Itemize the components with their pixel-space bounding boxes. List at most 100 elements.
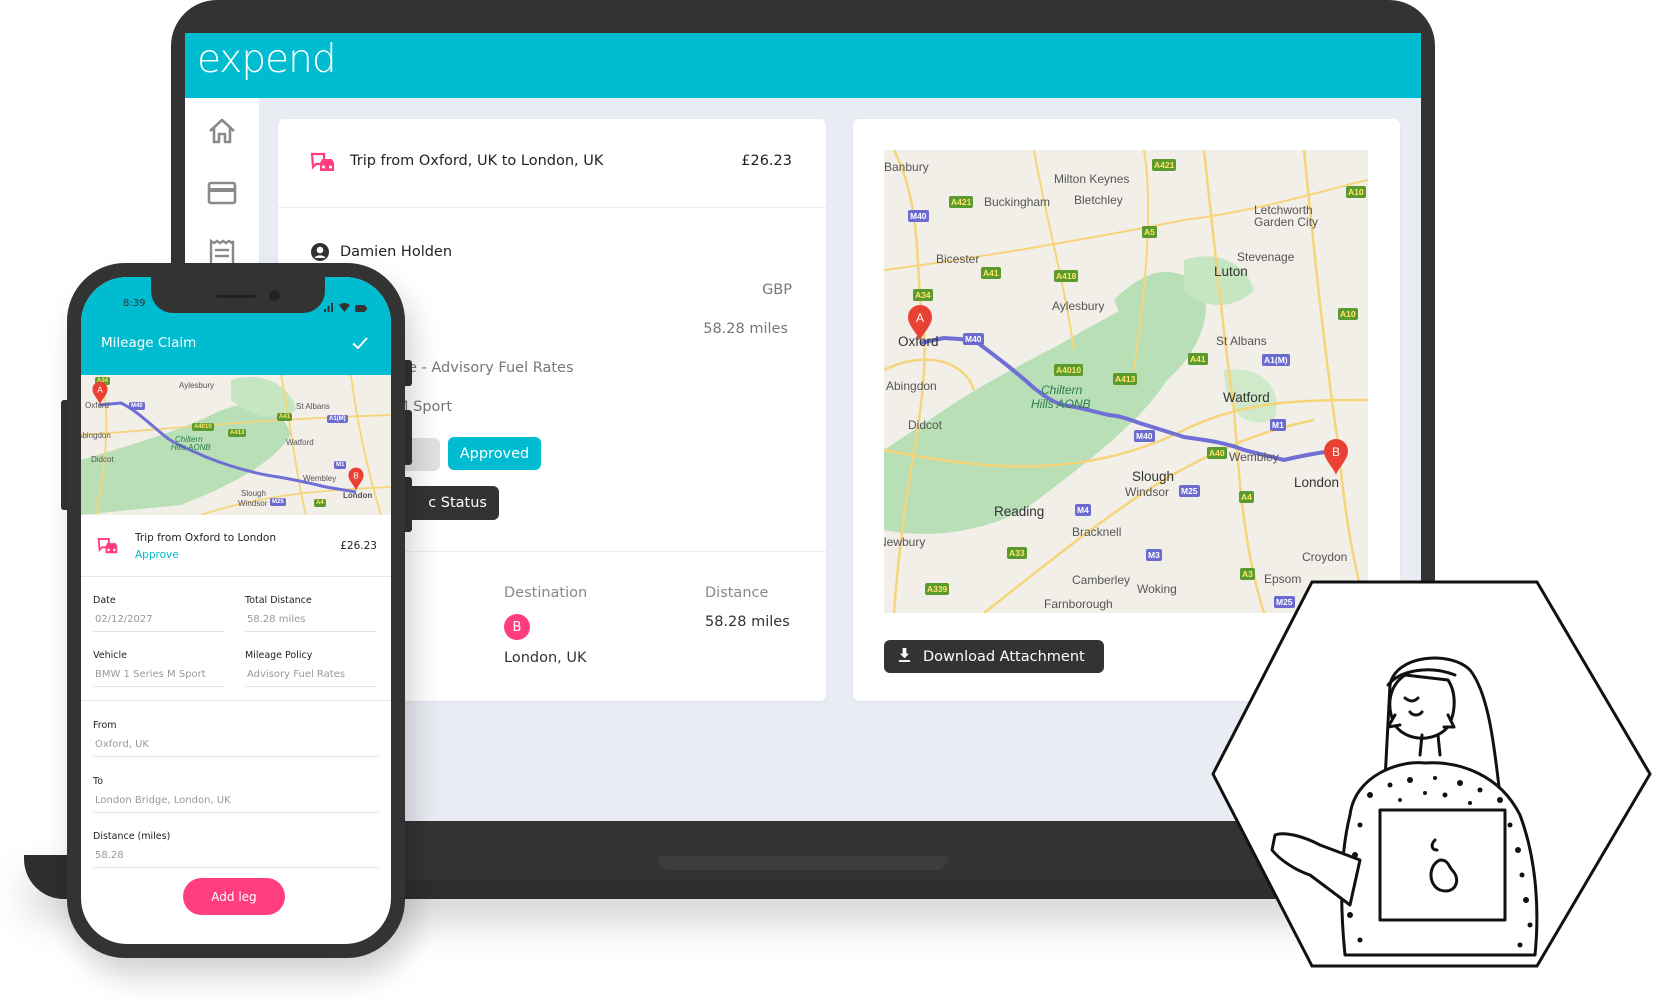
total-distance-input[interactable]: 58.28 miles [245, 614, 377, 632]
map-place: Farnborough [1044, 597, 1113, 611]
map-place: Milton Keynes [1054, 172, 1130, 186]
credit-card-icon[interactable] [207, 178, 237, 208]
distance-field[interactable]: Distance (miles) 58.28 [93, 831, 379, 868]
add-leg-button[interactable]: Add leg [183, 878, 285, 915]
start-pin-a-icon[interactable]: A [906, 304, 934, 342]
map-place: Reading [994, 504, 1045, 519]
road-shield: M1 [334, 461, 347, 469]
map-place: Bletchley [1074, 193, 1123, 207]
mileage-policy-input[interactable]: Advisory Fuel Rates [245, 669, 377, 687]
approve-link[interactable]: Approve [135, 549, 179, 561]
status-bar-icons [324, 297, 367, 316]
road-shield: A4 [1239, 491, 1254, 503]
map-place: Camberley [1072, 573, 1131, 587]
road-shield: A41 [277, 413, 293, 421]
road-shield: A339 [925, 583, 950, 595]
total-distance-field[interactable]: Total Distance 58.28 miles [245, 595, 377, 632]
from-input[interactable]: Oxford, UK [93, 739, 379, 757]
map-place: Croydon [1302, 550, 1348, 564]
road-shield: A10 [1338, 308, 1358, 320]
map-place: Windsor [1125, 485, 1170, 499]
to-field[interactable]: To London Bridge, London, UK [93, 776, 379, 813]
map-place: Abingdon [81, 431, 111, 440]
phone-camera [269, 290, 280, 301]
distance-column-header: Distance [705, 585, 769, 601]
date-input[interactable]: 02/12/2027 [93, 614, 225, 632]
expense-header[interactable]: Trip from Oxford, UK to London, UK £26.2… [278, 119, 826, 208]
vehicle-input[interactable]: BMW 1 Series M Sport [93, 669, 225, 687]
road-shield: A421 [949, 196, 974, 208]
road-shield: A40 [1207, 447, 1227, 459]
destination-value: London, UK [504, 650, 587, 666]
date-field[interactable]: Date 02/12/2027 [93, 595, 225, 632]
vehicle-field[interactable]: Vehicle BMW 1 Series M Sport [93, 650, 225, 687]
map-place: Abingdon [886, 379, 937, 393]
map-place: London [343, 491, 373, 500]
road-shield: A4010 [192, 423, 214, 431]
road-shield: A413 [228, 429, 247, 437]
section-divider [81, 700, 391, 701]
laptop-trackpad-notch [658, 856, 948, 870]
map-place: Bracknell [1072, 525, 1122, 539]
road-shield: A10 [1346, 186, 1366, 198]
from-label: From [93, 720, 117, 731]
map-place: Didcot [908, 418, 943, 432]
download-icon [898, 647, 911, 666]
end-pin-b-icon[interactable]: B [1322, 438, 1350, 476]
destination-marker-badge: B [504, 614, 530, 640]
svg-text:A: A [97, 385, 103, 394]
road-shield: M4 [1075, 504, 1091, 516]
map-place: Garden City [1254, 215, 1319, 229]
road-shield: A421 [1152, 159, 1177, 171]
mobile-header: 8:39 Mileage Claim [81, 277, 391, 375]
road-shield: M1 [1270, 419, 1286, 431]
destination-column-header: Destination [504, 585, 588, 601]
road-shield: M25 [1179, 485, 1200, 497]
home-icon[interactable] [207, 116, 237, 146]
road-shield: A5 [1142, 226, 1157, 238]
distance-column-value: 58.28 miles [705, 614, 790, 630]
phone-notch [151, 277, 325, 313]
mobile-phone: 8:39 Mileage Claim Aylesbury Oxford St A… [67, 263, 405, 958]
vehicle-label: Vehicle [93, 650, 127, 661]
road-shield: M40 [963, 333, 984, 345]
phone-speaker [216, 295, 256, 298]
download-attachment-label: Download Attachment [923, 648, 1085, 665]
user-avatar-icon [310, 242, 330, 262]
road-shield: M40 [129, 402, 145, 410]
end-pin-b-icon[interactable]: B [347, 467, 365, 491]
road-shield: A34 [913, 289, 933, 301]
battery-icon [355, 297, 367, 316]
road-shield: M25 [270, 498, 286, 506]
confirm-check-icon[interactable] [351, 334, 369, 352]
woman-with-laptop-illustration [1200, 575, 1660, 985]
route-map[interactable]: Banbury Milton Keynes Buckingham Bletchl… [884, 150, 1368, 613]
mobile-trip-amount: £26.23 [340, 540, 377, 552]
to-input[interactable]: London Bridge, London, UK [93, 795, 379, 813]
mobile-route-map[interactable]: Aylesbury Oxford St Albans Abingdon Chil… [81, 375, 391, 515]
expense-title: Trip from Oxford, UK to London, UK [350, 153, 604, 169]
from-field[interactable]: From Oxford, UK [93, 720, 379, 757]
mileage-car-icon [97, 537, 119, 556]
mobile-app-screen: 8:39 Mileage Claim Aylesbury Oxford St A… [81, 277, 391, 944]
map-place: Luton [1214, 264, 1248, 279]
total-distance-label: Total Distance [245, 595, 312, 606]
approved-status-button[interactable]: Approved [448, 437, 541, 470]
map-place: Aylesbury [1052, 299, 1105, 313]
start-pin-a-icon[interactable]: A [91, 381, 109, 405]
map-place: Aylesbury [179, 381, 214, 390]
mobile-trip-summary[interactable]: Trip from Oxford to London Approve £26.2… [81, 515, 391, 577]
expense-amount: £26.23 [741, 153, 792, 169]
download-attachment-button[interactable]: Download Attachment [884, 640, 1104, 673]
mobile-trip-title: Trip from Oxford to London [135, 532, 276, 544]
map-place: Banbury [884, 160, 929, 174]
map-place: St Albans [296, 402, 330, 411]
map-place: Didcot [91, 455, 114, 464]
road-shield: A4010 [1054, 364, 1084, 376]
to-label: To [93, 776, 104, 787]
mileage-policy-field[interactable]: Mileage Policy Advisory Fuel Rates [245, 650, 377, 687]
expend-logo[interactable]: expend [197, 37, 337, 82]
distance-input[interactable]: 58.28 [93, 850, 379, 868]
map-place: Hills AONB [171, 443, 211, 452]
road-shield: M3 [1146, 549, 1162, 561]
